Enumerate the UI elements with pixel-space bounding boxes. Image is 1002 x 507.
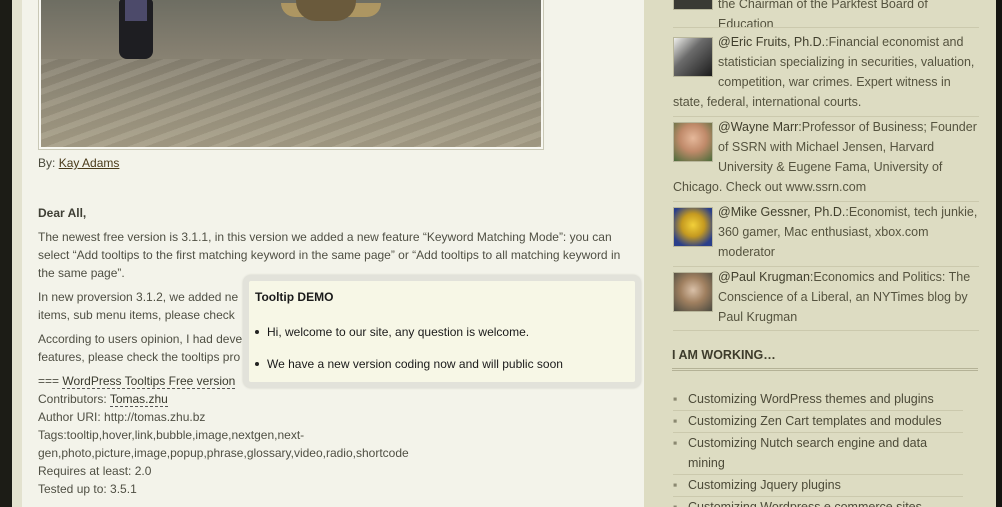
tested-line: Tested up to: 3.5.1: [38, 482, 137, 496]
tooltip-popup: Tooltip DEMO Hi, welcome to our site, an…: [243, 275, 641, 388]
byline: By: Kay Adams: [38, 156, 120, 170]
post-image[interactable]: [41, 0, 541, 147]
bullet-icon: ▪: [673, 478, 678, 492]
working-item[interactable]: ▪ Customizing Zen Cart templates and modu…: [673, 411, 963, 433]
author-uri: Author URI: http://tomas.zhu.bz: [38, 410, 206, 424]
right-background: [996, 0, 1002, 507]
sidebar-person: @Wayne Marr:Professor of Business; Found…: [673, 117, 979, 202]
paragraph-version: The newest free version is 3.1.1, in thi…: [38, 230, 621, 280]
bullet-icon: ▪: [673, 500, 678, 507]
person-handle[interactable]: @Wayne Marr: [718, 120, 798, 134]
tags-line-1: Tags:tooltip,hover,link,bubble,image,nex…: [38, 428, 305, 442]
tooltip-list: Hi, welcome to our site, any question is…: [255, 325, 563, 389]
greeting: Dear All,: [38, 206, 87, 220]
working-section-title: I AM WORKING…: [672, 348, 978, 371]
tooltip-item: We have a new version coding now and wil…: [255, 357, 563, 371]
author-link[interactable]: Kay Adams: [59, 156, 120, 170]
person-handle[interactable]: @Paul Krugman: [718, 270, 810, 284]
sidebar-person: @Mike Gessner, Ph.D.:Economist, tech jun…: [673, 202, 979, 267]
avatar[interactable]: [673, 37, 713, 77]
bullet-icon: [255, 362, 259, 366]
working-list: ▪ Customizing WordPress themes and plugin…: [673, 389, 963, 507]
tooltip-title: Tooltip DEMO: [255, 290, 334, 304]
tags-line-2: gen,photo,picture,image,popup,phrase,glo…: [38, 446, 409, 460]
bullet-icon: ▪: [673, 414, 678, 428]
left-background: [0, 0, 12, 507]
contributor-link[interactable]: Tomas.zhu: [109, 392, 168, 407]
plugin-header-link[interactable]: WordPress Tooltips Free version: [62, 374, 236, 389]
working-item[interactable]: ▪ Customizing Nutch search engine and dat…: [673, 433, 963, 475]
contributors-line: Contributors: Tomas.zhu: [38, 392, 168, 407]
bullet-icon: ▪: [673, 436, 678, 450]
person-handle[interactable]: @Mike Gessner, Ph.D.: [718, 205, 845, 219]
bullet-icon: ▪: [673, 392, 678, 406]
bullet-icon: [255, 330, 259, 334]
avatar[interactable]: [673, 122, 713, 162]
tooltip-item: Hi, welcome to our site, any question is…: [255, 325, 563, 339]
person-handle[interactable]: @Eric Fruits, Ph.D.: [718, 35, 825, 49]
avatar[interactable]: [673, 0, 713, 10]
post-image-frame: [38, 0, 544, 150]
requires-line: Requires at least: 2.0: [38, 464, 152, 478]
sidebar-person-partial: the Chairman of the Parkfest Board of Ed…: [673, 0, 979, 28]
avatar[interactable]: [673, 207, 713, 247]
sidebar-person: @Eric Fruits, Ph.D.:Financial economist …: [673, 32, 979, 117]
avatar[interactable]: [673, 272, 713, 312]
working-item[interactable]: ▪ Customizing WordPress themes and plugin…: [673, 389, 963, 411]
working-item[interactable]: ▪ Customizing Wordpress e commerce sites: [673, 497, 963, 507]
working-item[interactable]: ▪ Customizing Jquery plugins: [673, 475, 963, 497]
sidebar-person: @Paul Krugman:Economics and Politics: Th…: [673, 267, 979, 331]
